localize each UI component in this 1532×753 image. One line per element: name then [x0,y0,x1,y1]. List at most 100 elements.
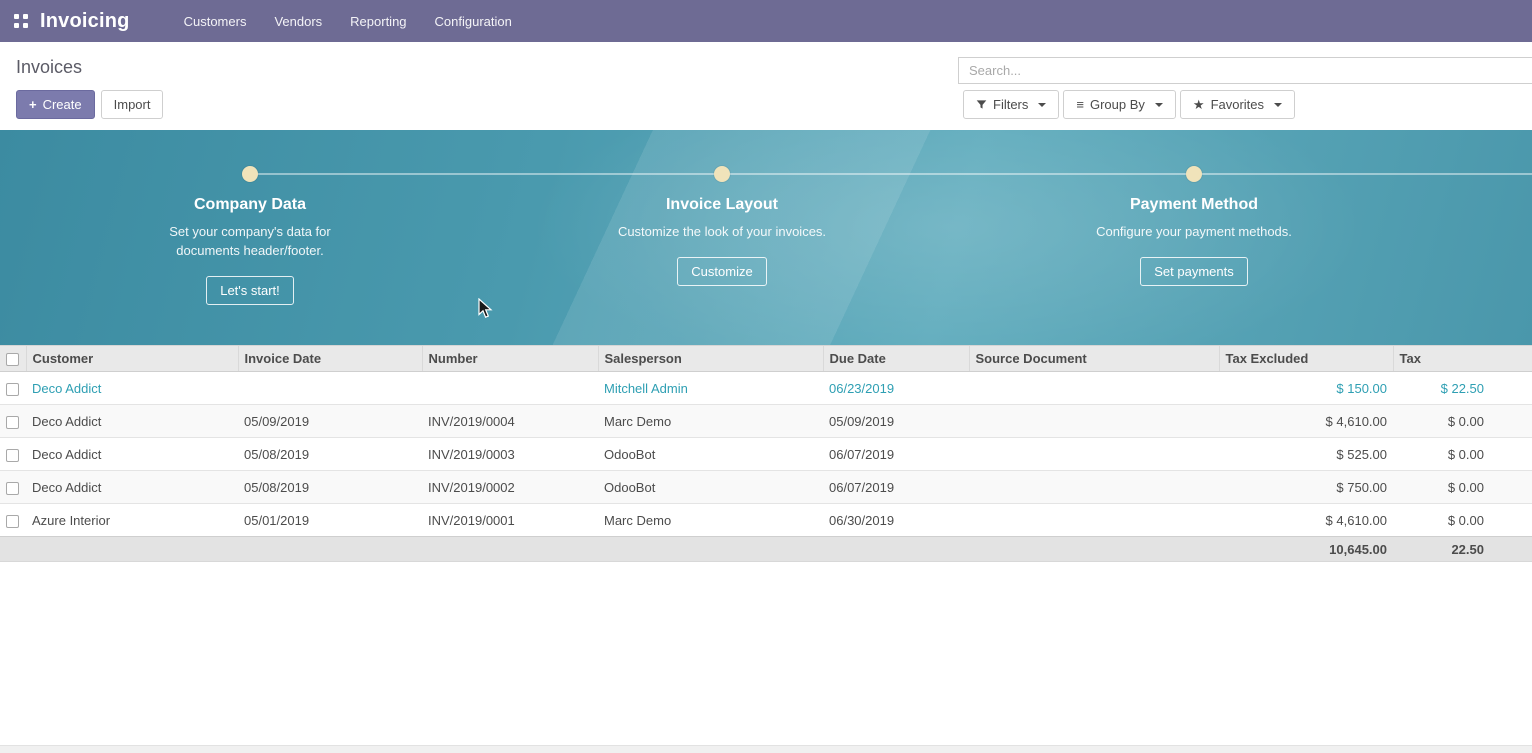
col-salesperson[interactable]: Salesperson [598,346,823,372]
col-source-document[interactable]: Source Document [969,346,1219,372]
table-row[interactable]: Deco Addict05/08/2019INV/2019/0003OdooBo… [0,438,1532,471]
cell-number: INV/2019/0003 [422,438,598,471]
cell-tax-excluded: $ 525.00 [1219,438,1393,471]
cell-tax: $ 0.00 [1393,438,1532,471]
menu-reporting[interactable]: Reporting [336,0,420,42]
table-row[interactable]: Deco Addict05/09/2019INV/2019/0004Marc D… [0,405,1532,438]
cell-number: INV/2019/0002 [422,471,598,504]
group-by-dropdown[interactable]: ≡ Group By [1063,90,1176,119]
main-menu: Customers Vendors Reporting Configuratio… [170,0,526,42]
filters-dropdown[interactable]: Filters [963,90,1059,119]
cell-source-document [969,504,1219,537]
totals-spacer [0,537,1219,562]
cell-number: INV/2019/0004 [422,405,598,438]
group-by-label: Group By [1090,97,1145,112]
step-dot [242,166,258,182]
col-number[interactable]: Number [422,346,598,372]
cell-number: INV/2019/0001 [422,504,598,537]
cell-invoice-date: 05/09/2019 [238,405,422,438]
cell-due-date: 06/07/2019 [823,471,969,504]
row-select-cell [0,438,26,471]
onboarding-banner: Company Data Set your company's data for… [0,130,1532,345]
step-dot [1186,166,1202,182]
row-select-cell [0,471,26,504]
import-button[interactable]: Import [101,90,164,119]
set-payments-button[interactable]: Set payments [1140,257,1248,286]
cell-customer: Deco Addict [26,438,238,471]
cell-due-date: 06/23/2019 [823,372,969,405]
cell-salesperson: OdooBot [598,471,823,504]
cell-salesperson: Mitchell Admin [598,372,823,405]
table-row[interactable]: Azure Interior05/01/2019INV/2019/0001Mar… [0,504,1532,537]
col-tax[interactable]: Tax [1393,346,1532,372]
cell-due-date: 05/09/2019 [823,405,969,438]
filter-funnel-icon [976,99,987,110]
favorites-dropdown[interactable]: ★ Favorites [1180,90,1295,119]
filters-label: Filters [993,97,1028,112]
onboarding-step-company-data: Company Data Set your company's data for… [90,196,410,305]
cell-tax: $ 0.00 [1393,471,1532,504]
cell-customer: Deco Addict [26,372,238,405]
page-title: Invoices [16,57,82,78]
row-select-cell [0,372,26,405]
row-checkbox[interactable] [6,482,19,495]
favorites-label: Favorites [1211,97,1264,112]
row-checkbox[interactable] [6,383,19,396]
col-customer[interactable]: Customer [26,346,238,372]
cell-customer: Deco Addict [26,405,238,438]
control-panel: Invoices + Create Import Filters ≡ Group… [0,42,1532,130]
cell-customer: Azure Interior [26,504,238,537]
menu-customers[interactable]: Customers [170,0,261,42]
onboarding-progress-line [250,173,1532,175]
row-select-cell [0,405,26,438]
menu-vendors[interactable]: Vendors [260,0,336,42]
row-checkbox[interactable] [6,449,19,462]
total-tax: 22.50 [1393,537,1532,562]
cell-invoice-date: 05/08/2019 [238,471,422,504]
cell-tax: $ 0.00 [1393,405,1532,438]
col-invoice-date[interactable]: Invoice Date [238,346,422,372]
col-due-date[interactable]: Due Date [823,346,969,372]
step-description: Set your company's data for documents he… [143,223,358,261]
invoice-rows: Deco AddictMitchell Admin06/23/2019$ 150… [0,372,1532,537]
cell-source-document [969,471,1219,504]
cell-tax-excluded: $ 4,610.00 [1219,504,1393,537]
cell-salesperson: OdooBot [598,438,823,471]
create-button-label: Create [43,97,82,112]
table-row[interactable]: Deco Addict05/08/2019INV/2019/0002OdooBo… [0,471,1532,504]
cell-invoice-date: 05/08/2019 [238,438,422,471]
menu-configuration[interactable]: Configuration [421,0,526,42]
select-all-cell [0,346,26,372]
cell-tax: $ 0.00 [1393,504,1532,537]
cell-source-document [969,372,1219,405]
apps-grid-icon[interactable] [14,14,28,28]
onboarding-step-invoice-layout: Invoice Layout Customize the look of you… [562,196,882,286]
step-title: Payment Method [1130,196,1258,214]
cell-due-date: 06/30/2019 [823,504,969,537]
cell-salesperson: Marc Demo [598,405,823,438]
row-select-cell [0,504,26,537]
row-checkbox[interactable] [6,515,19,528]
col-tax-excluded[interactable]: Tax Excluded [1219,346,1393,372]
chevron-down-icon [1274,103,1282,107]
step-dot [714,166,730,182]
horizontal-scrollbar[interactable] [0,745,1532,753]
table-row[interactable]: Deco AddictMitchell Admin06/23/2019$ 150… [0,372,1532,405]
cell-tax-excluded: $ 750.00 [1219,471,1393,504]
select-all-checkbox[interactable] [6,353,19,366]
table-header-row: Customer Invoice Date Number Salesperson… [0,346,1532,372]
create-button[interactable]: + Create [16,90,95,119]
chevron-down-icon [1155,103,1163,107]
chevron-down-icon [1038,103,1046,107]
search-input[interactable] [958,57,1532,84]
lets-start-button[interactable]: Let's start! [206,276,294,305]
cell-tax-excluded: $ 4,610.00 [1219,405,1393,438]
cell-salesperson: Marc Demo [598,504,823,537]
onboarding-step-payment-method: Payment Method Configure your payment me… [1034,196,1354,286]
plus-icon: + [29,97,37,112]
invoice-list-table: Customer Invoice Date Number Salesperson… [0,345,1532,562]
cell-due-date: 06/07/2019 [823,438,969,471]
star-icon: ★ [1193,98,1205,111]
row-checkbox[interactable] [6,416,19,429]
customize-button[interactable]: Customize [677,257,766,286]
